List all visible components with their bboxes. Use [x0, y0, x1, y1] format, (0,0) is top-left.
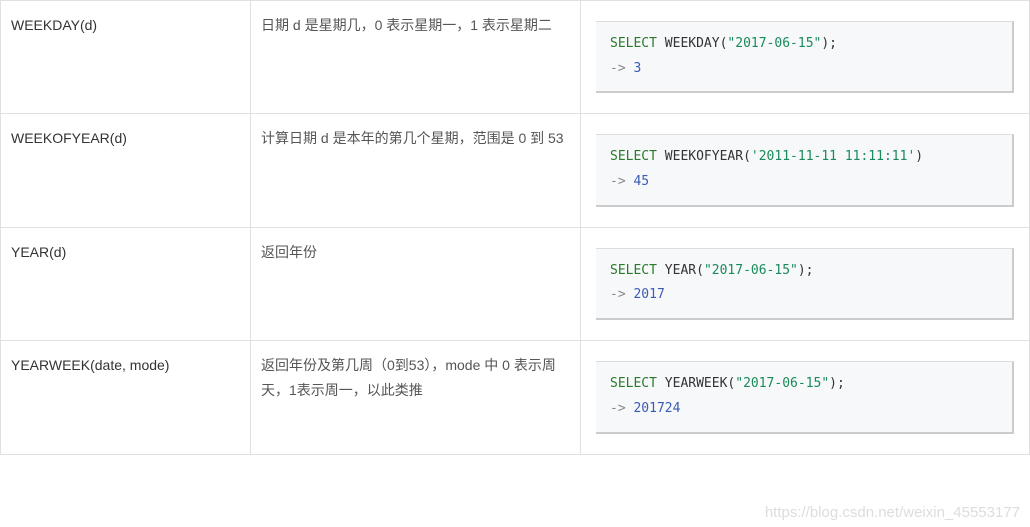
table-row: WEEKOFYEAR(d)计算日期 d 是本年的第几个星期，范围是 0 到 53…	[1, 114, 1030, 227]
function-reference-table: WEEKDAY(d)日期 d 是星期几，0 表示星期一，1 表示星期二SELEC…	[0, 0, 1030, 455]
table-row: WEEKDAY(d)日期 d 是星期几，0 表示星期一，1 表示星期二SELEC…	[1, 1, 1030, 114]
function-desc-cell: 返回年份及第几周（0到53），mode 中 0 表示周天，1表示周一，以此类推	[251, 341, 581, 454]
code-block: SELECT YEARWEEK("2017-06-15"); -> 201724	[596, 361, 1014, 433]
table-row: YEAR(d)返回年份SELECT YEAR("2017-06-15"); ->…	[1, 227, 1030, 340]
function-example-cell: SELECT WEEKDAY("2017-06-15"); -> 3	[581, 1, 1030, 114]
function-name-cell: YEAR(d)	[1, 227, 251, 340]
function-example-cell: SELECT YEARWEEK("2017-06-15"); -> 201724	[581, 341, 1030, 454]
watermark-text: https://blog.csdn.net/weixin_45553177	[765, 504, 1020, 521]
function-name-cell: YEARWEEK(date, mode)	[1, 341, 251, 454]
function-name-cell: WEEKDAY(d)	[1, 1, 251, 114]
function-name-cell: WEEKOFYEAR(d)	[1, 114, 251, 227]
function-example-cell: SELECT YEAR("2017-06-15"); -> 2017	[581, 227, 1030, 340]
function-example-cell: SELECT WEEKOFYEAR('2011-11-11 11:11:11')…	[581, 114, 1030, 227]
code-block: SELECT WEEKOFYEAR('2011-11-11 11:11:11')…	[596, 134, 1014, 206]
table-row: YEARWEEK(date, mode)返回年份及第几周（0到53），mode …	[1, 341, 1030, 454]
function-desc-cell: 返回年份	[251, 227, 581, 340]
function-desc-cell: 日期 d 是星期几，0 表示星期一，1 表示星期二	[251, 1, 581, 114]
function-desc-cell: 计算日期 d 是本年的第几个星期，范围是 0 到 53	[251, 114, 581, 227]
code-block: SELECT YEAR("2017-06-15"); -> 2017	[596, 248, 1014, 320]
code-block: SELECT WEEKDAY("2017-06-15"); -> 3	[596, 21, 1014, 93]
